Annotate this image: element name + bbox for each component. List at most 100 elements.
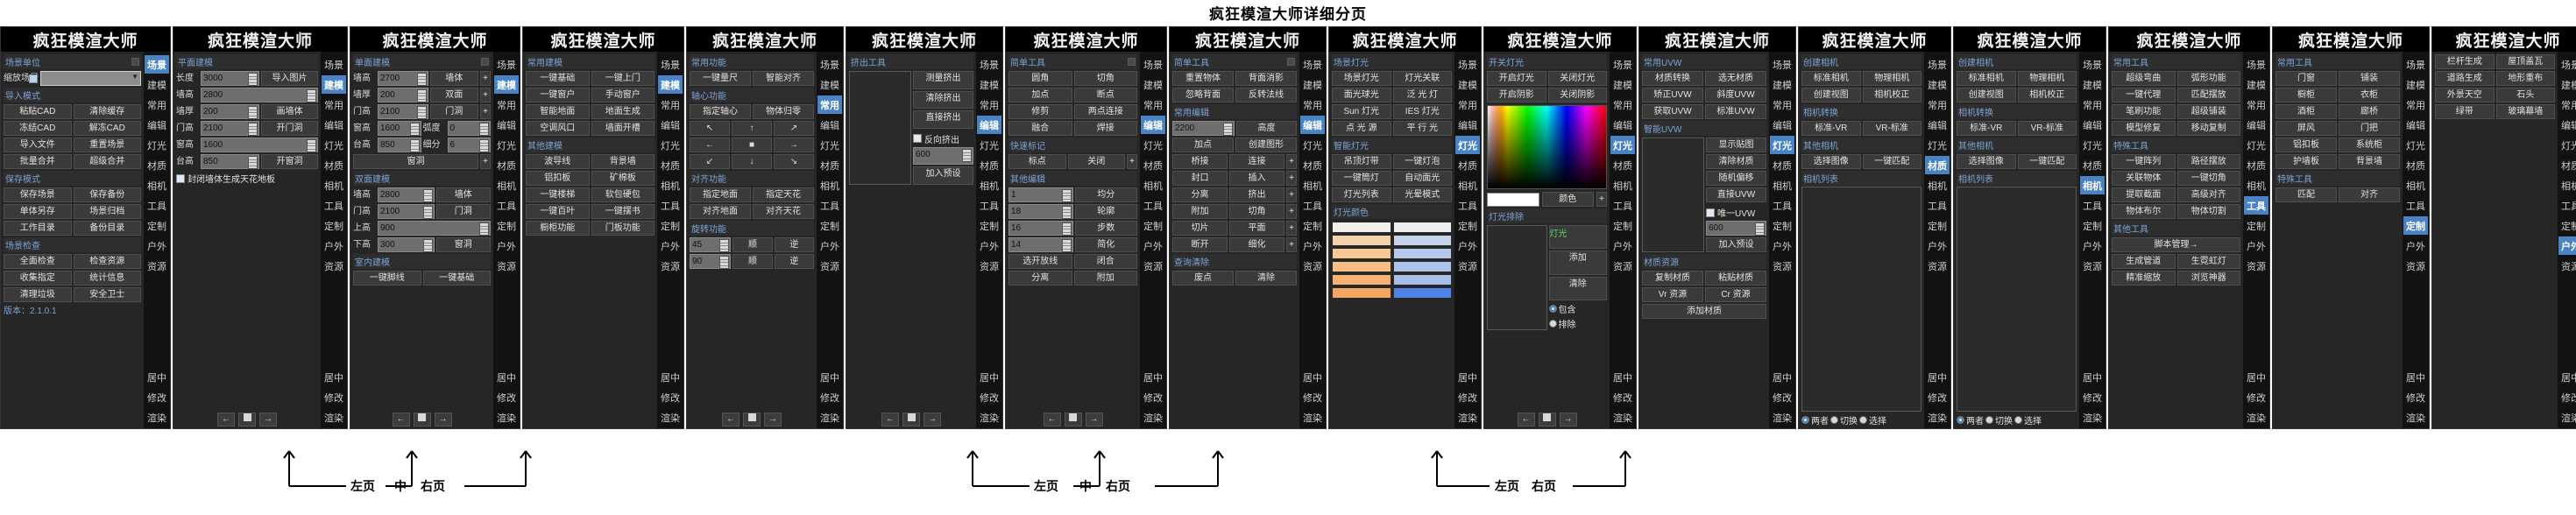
- action-button[interactable]: 一键切角: [2176, 171, 2240, 186]
- tab-建模[interactable]: 建模: [817, 75, 842, 94]
- tab-资源[interactable]: 资源: [145, 257, 169, 275]
- tab-居中[interactable]: 居中: [2403, 368, 2428, 386]
- action-button[interactable]: 系统柜: [2339, 138, 2400, 152]
- action-button[interactable]: 门洞: [435, 204, 491, 219]
- action-button[interactable]: 附加: [1073, 271, 1137, 286]
- tab-编辑[interactable]: 编辑: [1925, 116, 1950, 134]
- action-button[interactable]: 一键楼梯: [526, 187, 590, 202]
- action-button[interactable]: VR-标准: [1862, 121, 1921, 136]
- tab-工具[interactable]: 工具: [1141, 196, 1165, 215]
- tab-编辑[interactable]: 编辑: [2080, 116, 2105, 134]
- action-button[interactable]: 标点: [1008, 154, 1066, 169]
- tab-材质[interactable]: 材质: [2403, 156, 2428, 174]
- palette-swatch[interactable]: [1332, 274, 1391, 286]
- action-button[interactable]: 解冻CAD: [73, 121, 141, 136]
- action-button[interactable]: 修剪: [1008, 104, 1072, 119]
- direction-key[interactable]: ↘: [774, 154, 814, 169]
- action-button[interactable]: 标准相机: [1801, 71, 1861, 86]
- action-button[interactable]: 断点: [1073, 88, 1137, 102]
- tab-灯光[interactable]: 灯光: [1455, 136, 1480, 154]
- action-button[interactable]: 相机校正: [1862, 88, 1921, 102]
- action-button[interactable]: 矿棉板: [591, 171, 655, 186]
- action-button[interactable]: 一键摆书: [591, 204, 655, 219]
- tab-工具[interactable]: 工具: [2403, 196, 2428, 215]
- tab-定制[interactable]: 定制: [2244, 216, 2268, 235]
- tab-居中[interactable]: 居中: [2558, 368, 2576, 386]
- action-button[interactable]: 开门洞: [261, 121, 318, 136]
- action-button[interactable]: 选择图像: [1801, 154, 1861, 169]
- tab-工具[interactable]: 工具: [977, 196, 1001, 215]
- action-button[interactable]: 一键基础: [422, 271, 491, 286]
- tab-场景[interactable]: 场景: [2244, 55, 2268, 74]
- action-button[interactable]: 开启阴影: [1487, 88, 1546, 102]
- spinner-field[interactable]: 2800: [378, 187, 435, 202]
- prev-page-button[interactable]: ←: [881, 413, 899, 427]
- action-button[interactable]: 开启灯光: [1487, 71, 1546, 86]
- action-button[interactable]: 背景墙: [591, 154, 655, 169]
- action-button[interactable]: 墙面开槽: [591, 121, 655, 136]
- action-button[interactable]: 波导线: [526, 154, 590, 169]
- tab-工具[interactable]: 工具: [145, 196, 169, 215]
- radio-option[interactable]: 两者: [1957, 413, 1984, 427]
- spinner-field[interactable]: 2200: [1172, 121, 1235, 136]
- checkbox-icon[interactable]: [1706, 208, 1715, 217]
- tab-居中[interactable]: 居中: [145, 368, 169, 386]
- tab-灯光[interactable]: 灯光: [1610, 136, 1635, 154]
- spinner-field[interactable]: 900: [378, 221, 491, 236]
- action-button[interactable]: 窗洞: [353, 154, 478, 169]
- tab-场景[interactable]: 场景: [145, 55, 169, 74]
- tab-定制[interactable]: 定制: [2558, 216, 2576, 235]
- tab-修改[interactable]: 修改: [1300, 388, 1325, 406]
- color-gradient-field[interactable]: [1487, 105, 1607, 189]
- tab-渲染[interactable]: 渲染: [977, 408, 1001, 427]
- action-button[interactable]: 移动复制: [2176, 121, 2240, 136]
- tab-常用[interactable]: 常用: [2403, 95, 2428, 114]
- spinner-field[interactable]: 200: [378, 88, 428, 102]
- action-button[interactable]: 选开放线: [1008, 254, 1072, 269]
- tab-编辑[interactable]: 编辑: [2403, 116, 2428, 134]
- tab-修改[interactable]: 修改: [2244, 388, 2268, 406]
- tab-编辑[interactable]: 编辑: [2244, 116, 2268, 134]
- tab-建模[interactable]: 建模: [977, 75, 1001, 94]
- palette-swatch[interactable]: [1392, 235, 1452, 246]
- palette-swatch[interactable]: [1332, 261, 1391, 272]
- action-button[interactable]: 一键百叶: [526, 204, 590, 219]
- tab-常用[interactable]: 常用: [2244, 95, 2268, 114]
- tab-工具[interactable]: 工具: [2558, 196, 2576, 215]
- action-button[interactable]: 灯光列表: [1332, 187, 1391, 202]
- tab-材质[interactable]: 材质: [658, 156, 683, 174]
- color-swatch-icon[interactable]: [29, 74, 38, 83]
- tab-居中[interactable]: 居中: [494, 368, 519, 386]
- tab-定制[interactable]: 定制: [817, 216, 842, 235]
- tab-修改[interactable]: 修改: [1141, 388, 1165, 406]
- tab-建模[interactable]: 建模: [322, 75, 346, 94]
- plus-button[interactable]: +: [1286, 204, 1297, 219]
- spinner-field[interactable]: 300: [378, 237, 435, 252]
- tab-灯光[interactable]: 灯光: [145, 136, 169, 154]
- tab-相机[interactable]: 相机: [322, 176, 346, 194]
- action-button[interactable]: 一键阵列: [2112, 154, 2176, 169]
- action-button[interactable]: 备份目录: [73, 221, 141, 236]
- action-button[interactable]: 创建视图: [1957, 88, 2016, 102]
- radio-dot-icon[interactable]: [2014, 416, 2022, 424]
- tab-建模[interactable]: 建模: [494, 75, 519, 94]
- tab-户外[interactable]: 户外: [817, 236, 842, 255]
- stop-button[interactable]: [743, 413, 761, 427]
- tab-工具[interactable]: 工具: [1770, 196, 1794, 215]
- tab-资源[interactable]: 资源: [977, 257, 1001, 275]
- action-button[interactable]: 分离: [1172, 187, 1228, 202]
- action-button[interactable]: 平面: [1229, 221, 1284, 236]
- action-button[interactable]: 融合: [1008, 121, 1072, 136]
- prev-page-button[interactable]: ←: [392, 413, 410, 427]
- action-button[interactable]: 测量挤出: [913, 71, 973, 89]
- toggle-square[interactable]: [131, 58, 139, 66]
- tab-相机[interactable]: 相机: [2403, 176, 2428, 194]
- tab-工具[interactable]: 工具: [1455, 196, 1480, 215]
- spinner-field[interactable]: 45: [690, 237, 732, 252]
- tab-材质[interactable]: 材质: [1770, 156, 1794, 174]
- action-button[interactable]: 精准缩放: [2112, 271, 2176, 286]
- tab-渲染[interactable]: 渲染: [2403, 408, 2428, 427]
- plus-button[interactable]: +: [1596, 192, 1607, 207]
- action-button[interactable]: 浏览神器: [2176, 271, 2240, 286]
- tab-材质[interactable]: 材质: [1455, 156, 1480, 174]
